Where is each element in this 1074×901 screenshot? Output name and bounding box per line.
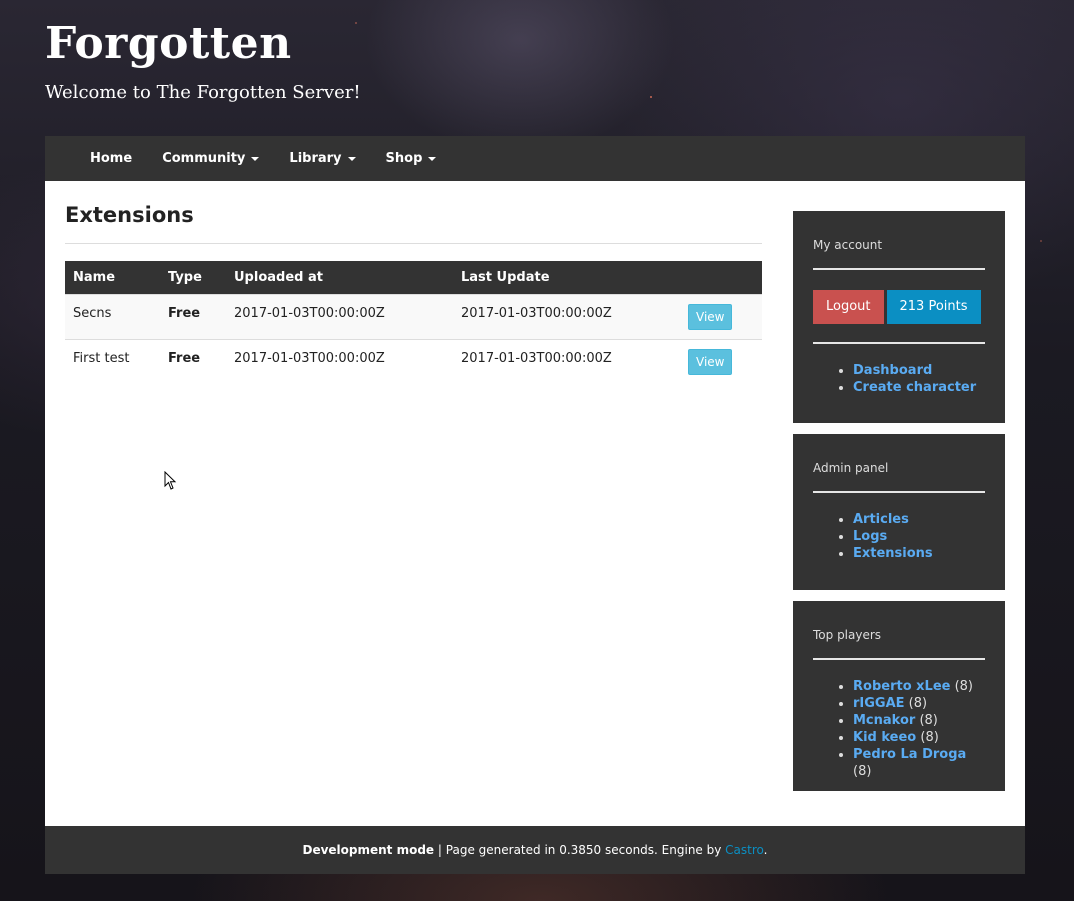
table-header-row: Name Type Uploaded at Last Update <box>65 261 762 295</box>
nav-home-label: Home <box>90 151 133 166</box>
articles-link[interactable]: Articles <box>853 512 909 527</box>
main-content: Extensions Name Type Uploaded at Last Up… <box>65 181 762 385</box>
cell-action: View <box>680 339 762 385</box>
nav-community[interactable]: Community <box>147 151 274 166</box>
points-button[interactable]: 213 Points <box>886 290 981 324</box>
nav-community-label: Community <box>162 151 246 166</box>
view-button[interactable]: View <box>688 304 733 330</box>
cell-updated: 2017-01-03T00:00:00Z <box>453 339 680 385</box>
footer-separator: | <box>437 843 442 857</box>
player-level: (8) <box>908 696 928 711</box>
player-link[interactable]: Roberto xLee <box>853 679 950 694</box>
widget-divider <box>813 491 985 493</box>
cell-action: View <box>680 294 762 340</box>
nav-library-label: Library <box>289 151 342 166</box>
column-header-updated: Last Update <box>453 261 680 295</box>
caret-down-icon <box>428 156 437 161</box>
list-item: Articles <box>853 511 985 528</box>
widget-admin-panel: Admin panel Articles Logs Extensions <box>793 434 1005 590</box>
nav-shop-label: Shop <box>385 151 423 166</box>
column-header-type: Type <box>160 261 226 295</box>
logout-button[interactable]: Logout <box>813 290 884 324</box>
sidebar: My account Logout 213 Points Dashboard C… <box>793 211 1005 802</box>
list-item: Create character <box>853 379 985 396</box>
footer-mode: Development mode <box>302 843 435 857</box>
create-character-link[interactable]: Create character <box>853 380 976 395</box>
cell-name: Secns <box>65 294 160 340</box>
caret-down-icon <box>347 156 356 161</box>
list-item: Extensions <box>853 545 985 562</box>
widget-divider <box>813 342 985 344</box>
cell-uploaded: 2017-01-03T00:00:00Z <box>226 294 453 340</box>
page-title: Extensions <box>65 203 194 227</box>
top-players-list: Roberto xLee (8) rIGGAE (8) Mcnakor (8) … <box>813 678 985 780</box>
admin-links: Articles Logs Extensions <box>813 511 985 562</box>
widget-top-players: Top players Roberto xLee (8) rIGGAE (8) … <box>793 601 1005 791</box>
extensions-table: Name Type Uploaded at Last Update Secns … <box>65 261 762 385</box>
list-item: Dashboard <box>853 362 985 379</box>
player-level: (8) <box>920 730 939 745</box>
account-links: Dashboard Create character <box>813 362 985 396</box>
caret-down-icon <box>251 156 260 161</box>
player-link[interactable]: Kid keeo <box>853 730 916 745</box>
footer: Development mode | Page generated in 0.3… <box>45 826 1025 874</box>
title-divider <box>65 243 762 244</box>
logs-link[interactable]: Logs <box>853 529 887 544</box>
view-button[interactable]: View <box>688 349 733 375</box>
column-header-name: Name <box>65 261 160 295</box>
player-link[interactable]: Mcnakor <box>853 713 915 728</box>
widget-title: Admin panel <box>813 461 889 475</box>
list-item: Mcnakor (8) <box>853 712 985 729</box>
column-header-action <box>680 261 762 295</box>
account-buttons: Logout 213 Points <box>813 270 985 342</box>
site-tagline: Welcome to The Forgotten Server! <box>45 82 361 103</box>
site-header: Forgotten Welcome to The Forgotten Serve… <box>45 14 361 103</box>
cell-uploaded: 2017-01-03T00:00:00Z <box>226 339 453 385</box>
player-level: (8) <box>919 713 938 728</box>
mouse-cursor-icon <box>164 471 177 490</box>
player-link[interactable]: rIGGAE <box>853 696 905 711</box>
nav-shop[interactable]: Shop <box>371 151 452 166</box>
list-item: Kid keeo (8) <box>853 729 985 746</box>
table-row: Secns Free 2017-01-03T00:00:00Z 2017-01-… <box>65 294 762 340</box>
content-container: Extensions Name Type Uploaded at Last Up… <box>45 181 1025 826</box>
cell-type: Free <box>160 339 226 385</box>
cell-updated: 2017-01-03T00:00:00Z <box>453 294 680 340</box>
player-link[interactable]: Pedro La Droga <box>853 747 966 762</box>
dashboard-link[interactable]: Dashboard <box>853 363 932 378</box>
widget-divider <box>813 658 985 660</box>
main-navbar: Home Community Library Shop <box>45 136 1025 181</box>
footer-generated: Page generated in 0.3850 seconds. Engine… <box>445 843 722 857</box>
list-item: Pedro La Droga (8) <box>853 746 985 780</box>
list-item: rIGGAE (8) <box>853 695 985 712</box>
player-level: (8) <box>853 764 872 779</box>
list-item: Logs <box>853 528 985 545</box>
cell-type: Free <box>160 294 226 340</box>
footer-end: . <box>763 843 768 857</box>
column-header-uploaded: Uploaded at <box>226 261 453 295</box>
nav-library[interactable]: Library <box>274 151 370 166</box>
player-level: (8) <box>954 679 974 694</box>
widget-my-account: My account Logout 213 Points Dashboard C… <box>793 211 1005 423</box>
castro-link[interactable]: Castro <box>725 843 764 857</box>
list-item: Roberto xLee (8) <box>853 678 985 695</box>
extensions-link[interactable]: Extensions <box>853 546 933 561</box>
table-row: First test Free 2017-01-03T00:00:00Z 201… <box>65 339 762 385</box>
widget-title: My account <box>813 238 883 252</box>
cell-name: First test <box>65 339 160 385</box>
site-title[interactable]: Forgotten <box>45 14 361 74</box>
nav-home[interactable]: Home <box>75 151 147 166</box>
widget-title: Top players <box>813 628 882 642</box>
